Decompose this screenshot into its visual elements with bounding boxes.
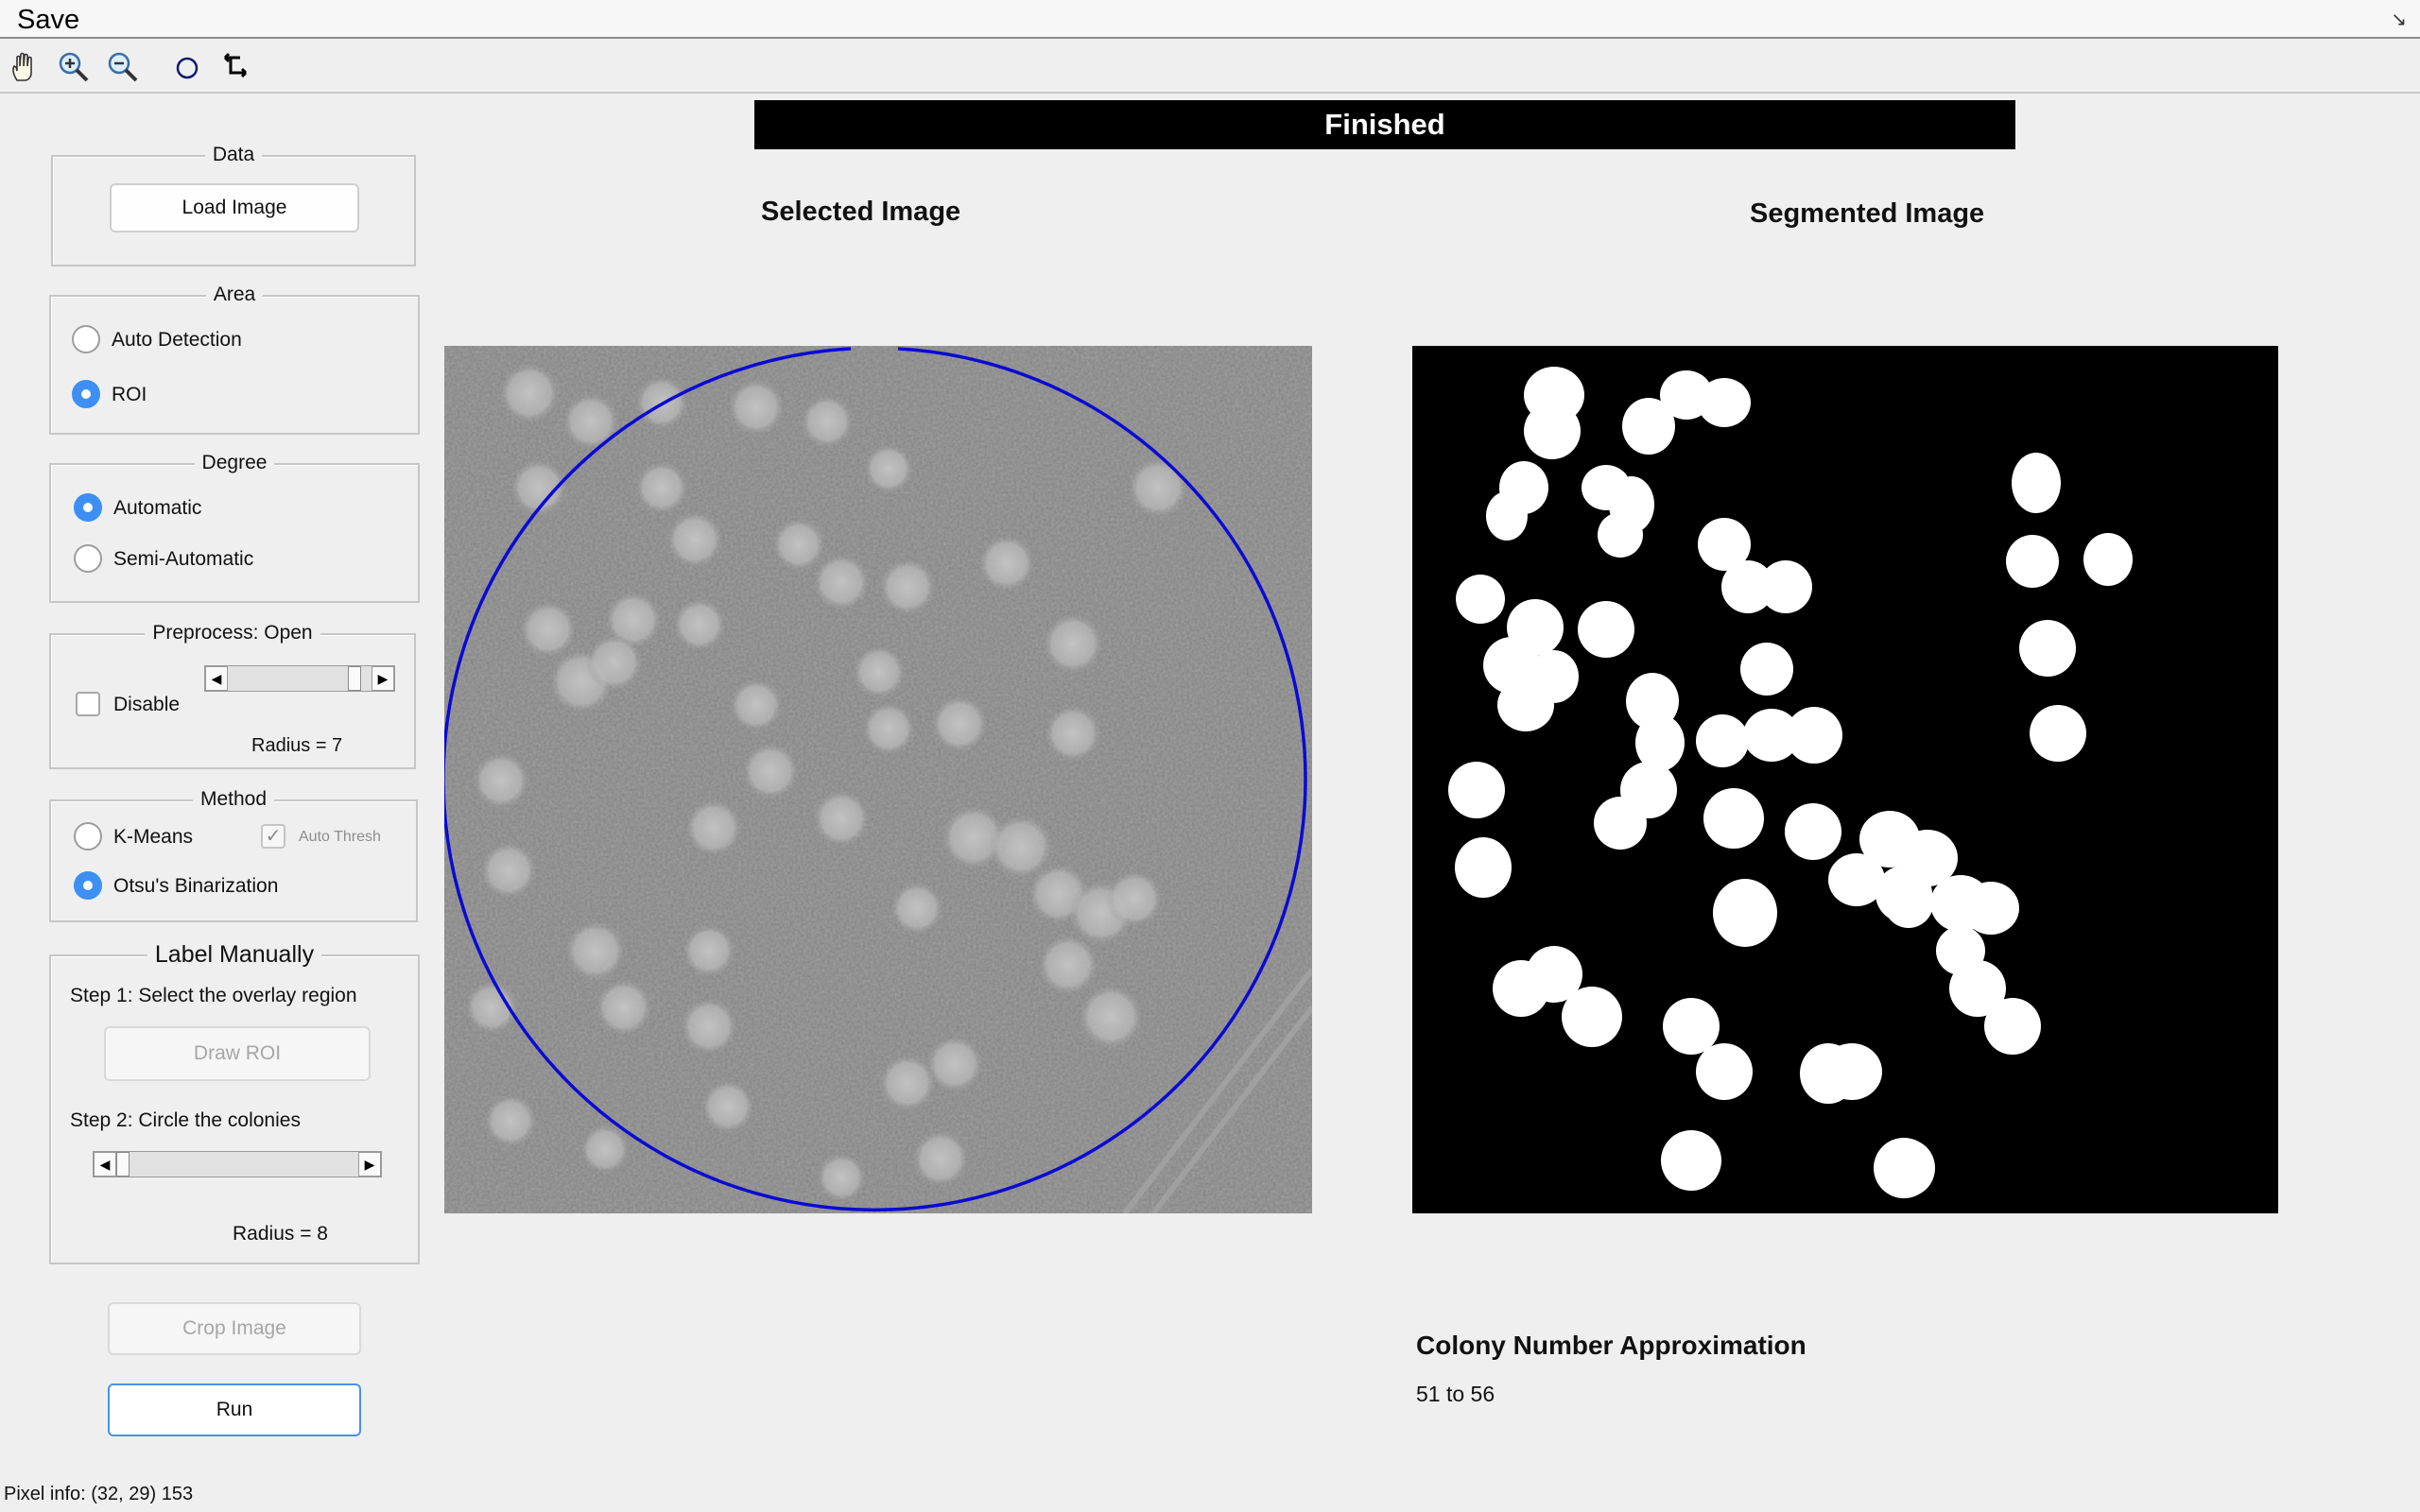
step1-text: Step 1: Select the overlay region (70, 985, 357, 1006)
data-panel: Data Load Image (51, 144, 416, 266)
slider-left-arrow-icon[interactable]: ◀ (205, 666, 228, 691)
preprocess-radius-text: Radius = 7 (251, 735, 343, 756)
degree-panel-title: Degree (194, 452, 275, 473)
semi-automatic-label: Semi-Automatic (113, 548, 254, 570)
status-bar: Finished (754, 100, 2015, 149)
method-panel-title: Method (192, 788, 275, 810)
zoom-in-icon[interactable] (57, 50, 91, 84)
auto-detection-label: Auto Detection (112, 329, 242, 351)
segmented-image-title: Segmented Image (1750, 198, 1985, 229)
label-radius-text: Radius = 8 (233, 1223, 328, 1245)
automatic-radio[interactable] (74, 493, 102, 522)
menu-bar: Save ↘ (0, 0, 2420, 39)
step2-text: Step 2: Circle the colonies (70, 1109, 301, 1131)
auto-thresh-checkbox[interactable]: ✓ (261, 824, 285, 849)
result-title: Colony Number Approximation (1416, 1331, 1806, 1360)
expand-icon[interactable]: ↘ (2391, 8, 2407, 31)
roi-radio[interactable] (72, 380, 100, 408)
automatic-label: Automatic (113, 497, 202, 519)
label-manually-panel: Label Manually Step 1: Select the overla… (49, 941, 420, 1264)
slider-left-arrow-icon[interactable]: ◀ (94, 1152, 116, 1177)
semi-automatic-radio[interactable] (74, 544, 102, 573)
crop-image-button[interactable]: Crop Image (108, 1302, 361, 1355)
open-radius-slider[interactable]: ◀ ▶ (204, 665, 395, 692)
auto-thresh-label: Auto Thresh (299, 829, 381, 845)
selected-image[interactable] (444, 346, 1312, 1213)
area-panel-title: Area (205, 284, 264, 305)
otsu-label: Otsu's Binarization (113, 875, 279, 897)
area-panel: Area Auto Detection ROI (49, 284, 420, 435)
label-manually-title: Label Manually (147, 941, 322, 968)
preprocess-panel-title: Preprocess: Open (145, 622, 320, 644)
slider-thumb[interactable] (116, 1152, 130, 1177)
kmeans-radio[interactable] (74, 822, 102, 850)
swap-arrows-icon[interactable] (217, 50, 251, 84)
auto-detection-radio[interactable] (72, 325, 100, 353)
pan-hand-icon[interactable] (8, 50, 42, 84)
run-button[interactable]: Run (108, 1383, 361, 1436)
otsu-radio[interactable] (74, 871, 102, 900)
disable-label: Disable (113, 694, 181, 715)
segmented-image[interactable] (1412, 346, 2278, 1213)
toolbar (0, 39, 2420, 94)
selected-image-title: Selected Image (761, 197, 961, 227)
degree-panel: Degree Automatic Semi-Automatic (49, 452, 420, 603)
load-image-button[interactable]: Load Image (110, 183, 359, 232)
roi-label: ROI (112, 384, 147, 405)
circle-radius-slider[interactable]: ◀ ▶ (93, 1151, 382, 1177)
slider-right-arrow-icon[interactable]: ▶ (372, 666, 394, 691)
kmeans-label: K-Means (113, 826, 194, 848)
menu-save[interactable]: Save (17, 5, 79, 36)
result-value: 51 to 56 (1416, 1382, 1495, 1406)
circle-icon[interactable] (170, 50, 204, 84)
zoom-out-icon[interactable] (106, 50, 140, 84)
preprocess-panel: Preprocess: Open ◀ ▶ Disable Radius = 7 (49, 622, 416, 769)
data-panel-title: Data (204, 144, 263, 165)
pixel-info-text: Pixel info: (32, 29) 153 (4, 1484, 194, 1504)
disable-checkbox[interactable] (76, 692, 100, 716)
slider-right-arrow-icon[interactable]: ▶ (358, 1152, 381, 1177)
method-panel: Method K-Means ✓ Auto Thresh Otsu's Bina… (49, 788, 418, 922)
slider-thumb[interactable] (348, 666, 361, 691)
draw-roi-button[interactable]: Draw ROI (104, 1026, 371, 1081)
